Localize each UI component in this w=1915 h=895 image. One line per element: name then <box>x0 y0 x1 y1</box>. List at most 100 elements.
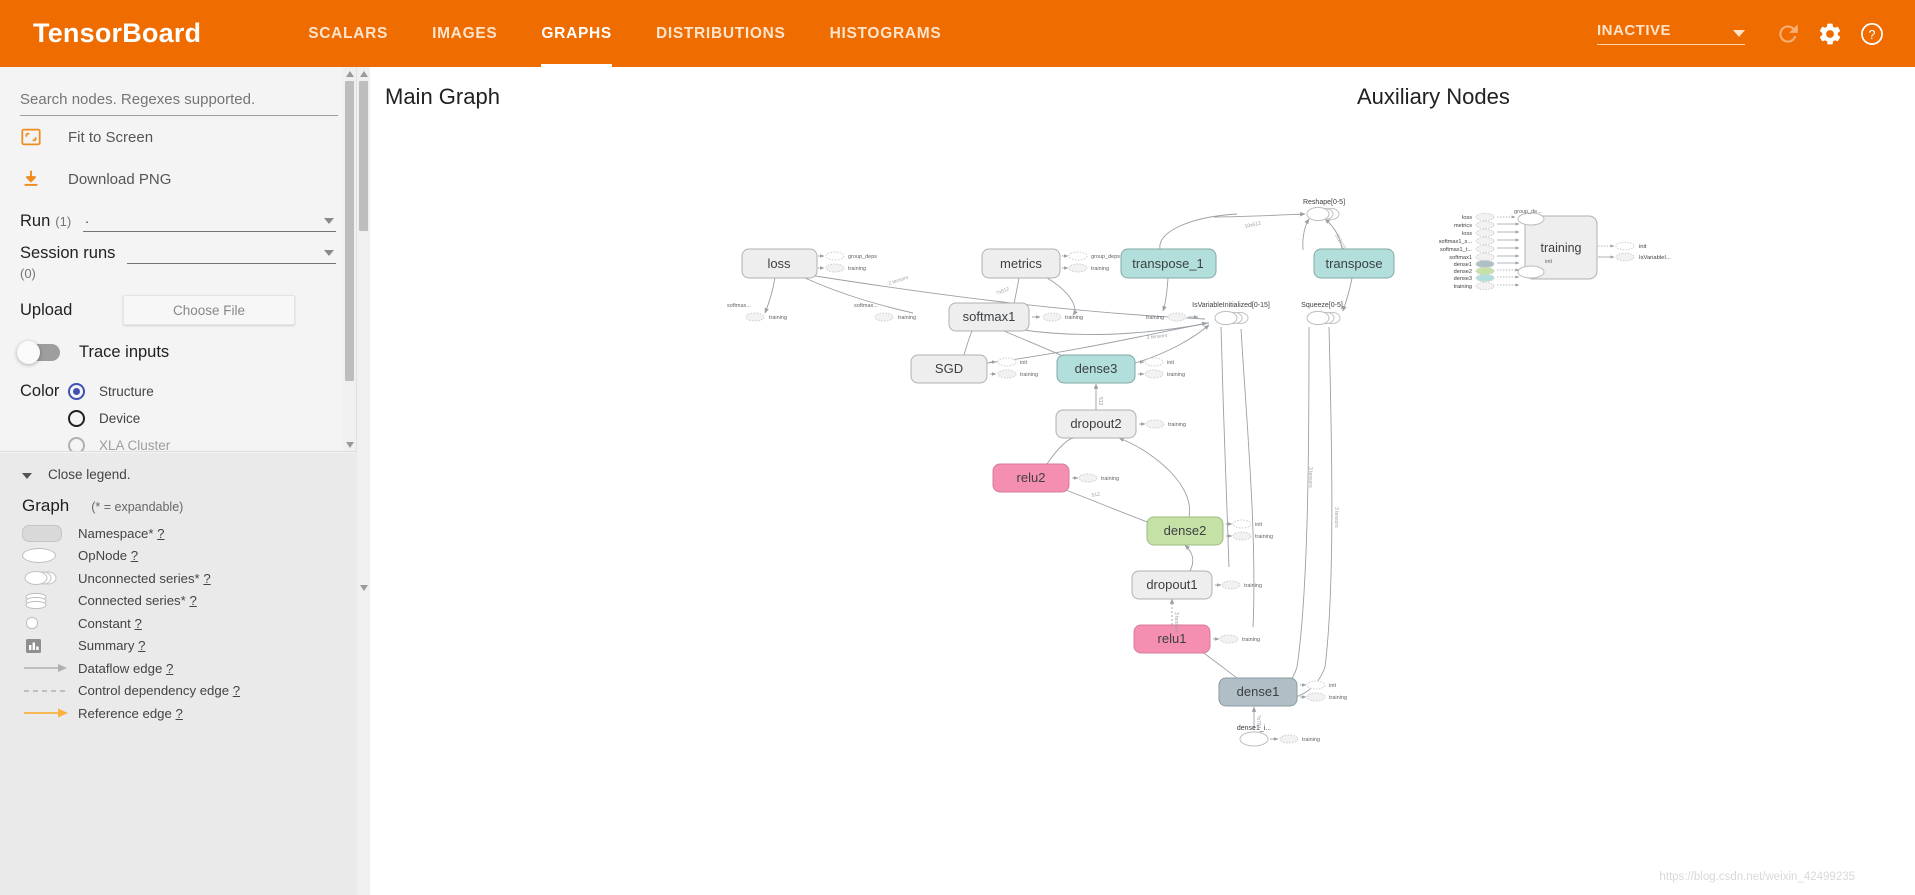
help-circle-icon[interactable]: ? <box>1851 13 1893 55</box>
tensorflow-graph[interactable]: Reshape[0-5] IsVariableInitialized[0-15]… <box>357 67 1915 895</box>
connected-series-shape-icon <box>22 591 78 611</box>
tab-scalars[interactable]: SCALARS <box>286 0 410 67</box>
download-png-button[interactable]: Download PNG <box>0 158 356 200</box>
aux-output-nodes[interactable] <box>1615 241 1635 262</box>
graph-node-dropout1[interactable]: dropout1 <box>1131 570 1213 600</box>
fit-to-screen-icon <box>20 126 54 148</box>
aux-output-label-init: init <box>1639 244 1647 250</box>
graph-node-dense1-init-port: training <box>1270 734 1320 744</box>
help-link-unconnected-series[interactable]: ? <box>203 571 210 586</box>
legend-item-opnode: OpNode ? <box>0 545 357 568</box>
graph-node-metrics-ports: group_deps training <box>1062 251 1120 273</box>
run-state-dropdown[interactable]: INACTIVE <box>1597 22 1745 45</box>
tab-distributions[interactable]: DISTRIBUTIONS <box>634 0 808 67</box>
tab-histograms[interactable]: HISTOGRAMS <box>808 0 964 67</box>
graph-node-softmax1[interactable]: softmax1 <box>948 302 1030 332</box>
help-link-opnode[interactable]: ? <box>131 548 138 563</box>
legend-item-namespace: Namespace* ? <box>0 522 357 545</box>
port-label-training: training <box>1020 372 1038 378</box>
tab-images[interactable]: IMAGES <box>410 0 519 67</box>
graph-node-relu1-ports: training <box>1213 634 1260 644</box>
help-link-connected-series[interactable]: ? <box>189 593 196 608</box>
series-node-squeeze[interactable] <box>1306 310 1341 326</box>
edge-source-label-softmax2: softmax... <box>854 303 878 309</box>
auxiliary-nodes-group[interactable]: training group_de... init loss metrics l… <box>1324 209 1671 291</box>
graph-node-dense2-ports: init training <box>1226 519 1273 541</box>
trace-inputs-toggle[interactable] <box>17 341 60 364</box>
edge-label-784: ?x784 <box>1255 715 1261 729</box>
series-label-squeeze: Squeeze[0-5] <box>1301 302 1343 309</box>
aux-input-nodes[interactable] <box>1475 212 1495 291</box>
close-legend-button[interactable]: Close legend. <box>0 467 357 482</box>
session-runs-select[interactable] <box>127 242 336 264</box>
graph-series-nodes[interactable] <box>1214 206 1341 747</box>
run-selector-row: Run (1) . <box>0 200 356 232</box>
legend-item-control-dependency-edge: Control dependency edge ? <box>0 680 357 703</box>
aux-input-labels: loss metrics loss softmax1_s... softmax1… <box>1439 215 1473 290</box>
graph-node-dense2[interactable]: dense2 <box>1146 516 1224 546</box>
legend-label-unconnected-series: Unconnected series* <box>78 570 200 586</box>
search-row <box>0 67 356 116</box>
graph-legend-panel: Close legend. Graph (* = expandable) Nam… <box>0 453 357 895</box>
fit-to-screen-button[interactable]: Fit to Screen <box>0 116 356 158</box>
choose-file-button[interactable]: Choose File <box>123 295 295 325</box>
color-options-group: Color Structure Device XLA Cluster <box>0 362 356 451</box>
graph-node-transpose-1[interactable]: transpose_1 <box>1120 248 1217 279</box>
graph-node-relu2[interactable]: relu2 <box>992 463 1070 493</box>
main-tabs: SCALARS IMAGES GRAPHS DISTRIBUTIONS HIST… <box>286 0 963 67</box>
graph-node-dense3[interactable]: dense3 <box>1056 354 1136 384</box>
graph-node-sgd[interactable]: SGD <box>910 354 988 384</box>
color-option-structure-label: Structure <box>99 384 154 399</box>
sidebar-scrollbar-thumb[interactable] <box>345 81 354 381</box>
graph-node-dropout1-label: dropout1 <box>1146 577 1197 592</box>
port-label-training: training <box>1329 695 1347 701</box>
help-link-namespace[interactable]: ? <box>157 526 164 541</box>
help-link-summary[interactable]: ? <box>138 638 145 653</box>
legend-item-reference-edge: Reference edge ? <box>0 702 357 725</box>
scroll-down-arrow-icon[interactable] <box>343 438 356 451</box>
op-node-dense1-init[interactable] <box>1239 731 1269 747</box>
run-label: Run <box>20 211 51 230</box>
graph-node-loss[interactable]: loss <box>741 248 818 279</box>
color-option-xla-cluster[interactable]: XLA Cluster <box>68 432 336 451</box>
radio-icon <box>68 410 85 427</box>
edge-label-tensors-loss: 2 tensors <box>888 275 910 287</box>
color-option-device[interactable]: Device <box>68 405 336 432</box>
aux-input-label-7: dense2 <box>1454 269 1472 275</box>
dataflow-edge-shape-icon <box>22 661 78 675</box>
help-link-constant[interactable]: ? <box>134 616 141 631</box>
gear-icon[interactable] <box>1809 13 1851 55</box>
tab-graphs[interactable]: GRAPHS <box>519 0 634 67</box>
port-label-training: training <box>1146 315 1164 321</box>
search-input[interactable] <box>20 91 338 116</box>
chevron-down-icon <box>1733 30 1745 37</box>
graph-node-dropout2[interactable]: dropout2 <box>1055 409 1137 439</box>
graph-node-sgd-ports: init training <box>990 357 1038 379</box>
series-node-isvariableinitialized[interactable] <box>1214 310 1249 326</box>
legend-label-opnode: OpNode <box>78 548 128 564</box>
aux-node-init-port[interactable] <box>1517 265 1545 279</box>
color-option-structure[interactable]: Structure <box>68 378 154 405</box>
svg-text:?: ? <box>1869 27 1876 41</box>
sidebar-scrollbar[interactable] <box>343 67 356 451</box>
help-link-dataflow-edge[interactable]: ? <box>166 661 173 676</box>
run-select[interactable]: . <box>83 210 336 232</box>
help-link-control-dependency-edge[interactable]: ? <box>233 683 240 698</box>
graph-node-dense1[interactable]: dense1 <box>1218 677 1298 707</box>
graph-node-relu1[interactable]: relu1 <box>1133 624 1211 654</box>
port-label-training: training <box>1302 737 1320 743</box>
aux-node-training-label: training <box>1541 241 1582 255</box>
graph-canvas[interactable]: Main Graph Auxiliary Nodes Reshape[0-5] … <box>357 67 1915 895</box>
port-label-init: init <box>1020 360 1028 366</box>
port-label-training: training <box>1101 476 1119 482</box>
aux-output-edges <box>1598 244 1615 259</box>
help-link-reference-edge[interactable]: ? <box>176 706 183 721</box>
aux-input-label-4: softmax1_t... <box>1440 247 1472 253</box>
edge-label-512b: 512 <box>1091 491 1101 499</box>
control-dependency-edge-shape-icon <box>22 684 78 698</box>
port-label-group-deps: group_deps <box>1091 254 1120 260</box>
scroll-up-arrow-icon[interactable] <box>343 67 356 81</box>
reload-icon[interactable] <box>1767 13 1809 55</box>
legend-item-unconnected-series: Unconnected series* ? <box>0 567 357 590</box>
graph-node-metrics[interactable]: metrics <box>981 248 1061 279</box>
